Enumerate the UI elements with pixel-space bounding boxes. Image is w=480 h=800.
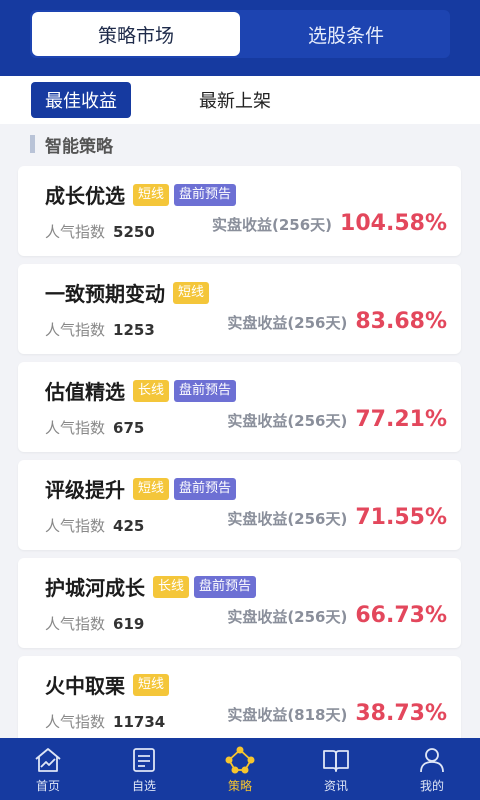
popularity: 人气指数 675 bbox=[45, 417, 144, 438]
strategy-name: 评级提升 bbox=[45, 478, 125, 502]
strategy-name: 估值精选 bbox=[45, 380, 125, 404]
return-label: 实盘收益(256天) bbox=[227, 412, 348, 430]
nav-label: 我的 bbox=[419, 778, 444, 793]
section-title: 智能策略 bbox=[45, 136, 113, 157]
return-info: 实盘收益(256天) 83.68% bbox=[227, 309, 447, 334]
watchlist-icon bbox=[129, 745, 159, 775]
popularity-value: 425 bbox=[113, 517, 145, 535]
popularity-label: 人气指数 bbox=[45, 517, 106, 535]
user-icon bbox=[417, 745, 447, 775]
return-info: 实盘收益(818天) 38.73% bbox=[227, 701, 447, 726]
strategy-name: 护城河成长 bbox=[45, 576, 145, 600]
return-label: 实盘收益(256天) bbox=[227, 608, 348, 626]
top-header: 策略市场 选股条件 bbox=[0, 0, 480, 76]
popularity-label: 人气指数 bbox=[45, 223, 106, 241]
section-header: 智能策略 bbox=[0, 124, 480, 164]
strategy-card[interactable]: 成长优选 短线 盘前预告 人气指数 5250 实盘收益(256天) 104.58% bbox=[18, 166, 461, 256]
strategy-card[interactable]: 一致预期变动 短线 人气指数 1253 实盘收益(256天) 83.68% bbox=[18, 264, 461, 354]
nav-label: 策略 bbox=[227, 778, 252, 793]
popularity-value: 5250 bbox=[113, 223, 155, 241]
return-label: 实盘收益(256天) bbox=[227, 314, 348, 332]
bottom-navigation: 首页 自选 策略 资讯 我的 bbox=[0, 738, 480, 800]
card-title-row: 评级提升 短线 盘前预告 bbox=[45, 474, 241, 503]
segment-control: 策略市场 选股条件 bbox=[30, 10, 450, 58]
return-value: 83.68% bbox=[355, 309, 447, 334]
card-title-row: 护城河成长 长线 盘前预告 bbox=[45, 572, 261, 601]
nav-label: 自选 bbox=[131, 778, 156, 793]
strategy-card[interactable]: 火中取栗 短线 人气指数 11734 实盘收益(818天) 38.73% bbox=[18, 656, 461, 738]
strategy-card[interactable]: 护城河成长 长线 盘前预告 人气指数 619 实盘收益(256天) 66.73% bbox=[18, 558, 461, 648]
popularity-label: 人气指数 bbox=[45, 713, 106, 731]
tag-premarket: 盘前预告 bbox=[174, 477, 237, 500]
tag-short-term: 短线 bbox=[133, 477, 170, 500]
nav-profile[interactable]: 我的 bbox=[384, 738, 480, 800]
nav-home[interactable]: 首页 bbox=[0, 738, 96, 800]
return-value: 66.73% bbox=[355, 603, 447, 628]
strategy-name: 火中取栗 bbox=[45, 674, 125, 698]
popularity-value: 675 bbox=[113, 419, 145, 437]
strategy-name: 一致预期变动 bbox=[45, 282, 165, 306]
return-value: 104.58% bbox=[340, 211, 447, 236]
tag-short-term: 短线 bbox=[173, 281, 210, 304]
popularity-value: 1253 bbox=[113, 321, 155, 339]
return-info: 实盘收益(256天) 77.21% bbox=[227, 407, 447, 432]
card-title-row: 一致预期变动 短线 bbox=[45, 278, 214, 307]
tag-short-term: 短线 bbox=[133, 183, 170, 206]
nav-label: 首页 bbox=[35, 778, 60, 793]
tag-short-term: 短线 bbox=[133, 673, 170, 696]
popularity: 人气指数 425 bbox=[45, 515, 144, 536]
strategy-card[interactable]: 评级提升 短线 盘前预告 人气指数 425 实盘收益(256天) 71.55% bbox=[18, 460, 461, 550]
popularity: 人气指数 1253 bbox=[45, 319, 155, 340]
nav-news[interactable]: 资讯 bbox=[288, 738, 384, 800]
return-label: 实盘收益(256天) bbox=[227, 510, 348, 528]
news-book-icon bbox=[321, 745, 351, 775]
popularity: 人气指数 619 bbox=[45, 613, 144, 634]
subtab-newest[interactable]: 最新上架 bbox=[185, 82, 285, 118]
return-info: 实盘收益(256天) 71.55% bbox=[227, 505, 447, 530]
card-title-row: 估值精选 长线 盘前预告 bbox=[45, 376, 241, 405]
return-value: 71.55% bbox=[355, 505, 447, 530]
nav-strategy[interactable]: 策略 bbox=[192, 738, 288, 800]
tag-long-term: 长线 bbox=[153, 575, 190, 598]
nav-label: 资讯 bbox=[323, 778, 348, 793]
popularity-label: 人气指数 bbox=[45, 615, 106, 633]
tab-strategy-market[interactable]: 策略市场 bbox=[32, 12, 240, 56]
popularity-value: 11734 bbox=[113, 713, 166, 731]
tag-premarket: 盘前预告 bbox=[174, 183, 237, 206]
card-title-row: 火中取栗 短线 bbox=[45, 670, 174, 699]
tag-long-term: 长线 bbox=[133, 379, 170, 402]
strategy-name: 成长优选 bbox=[45, 184, 125, 208]
strategy-icon bbox=[225, 745, 255, 775]
popularity: 人气指数 11734 bbox=[45, 711, 165, 732]
popularity-label: 人气指数 bbox=[45, 419, 106, 437]
return-info: 实盘收益(256天) 66.73% bbox=[227, 603, 447, 628]
strategy-list: 成长优选 短线 盘前预告 人气指数 5250 实盘收益(256天) 104.58%… bbox=[0, 164, 480, 738]
tag-premarket: 盘前预告 bbox=[174, 379, 237, 402]
strategy-card[interactable]: 估值精选 长线 盘前预告 人气指数 675 实盘收益(256天) 77.21% bbox=[18, 362, 461, 452]
tab-stock-conditions[interactable]: 选股条件 bbox=[242, 10, 450, 58]
section-marker bbox=[30, 135, 35, 153]
nav-watchlist[interactable]: 自选 bbox=[96, 738, 192, 800]
card-title-row: 成长优选 短线 盘前预告 bbox=[45, 180, 241, 209]
return-label: 实盘收益(256天) bbox=[212, 216, 333, 234]
popularity-value: 619 bbox=[113, 615, 145, 633]
return-info: 实盘收益(256天) 104.58% bbox=[212, 211, 447, 236]
tag-premarket: 盘前预告 bbox=[194, 575, 257, 598]
return-value: 77.21% bbox=[355, 407, 447, 432]
return-label: 实盘收益(818天) bbox=[227, 706, 348, 724]
subtab-best-return[interactable]: 最佳收益 bbox=[31, 82, 131, 118]
sort-tabs: 最佳收益 最新上架 bbox=[0, 76, 480, 124]
home-chart-icon bbox=[33, 745, 63, 775]
popularity-label: 人气指数 bbox=[45, 321, 106, 339]
return-value: 38.73% bbox=[355, 701, 447, 726]
popularity: 人气指数 5250 bbox=[45, 221, 155, 242]
